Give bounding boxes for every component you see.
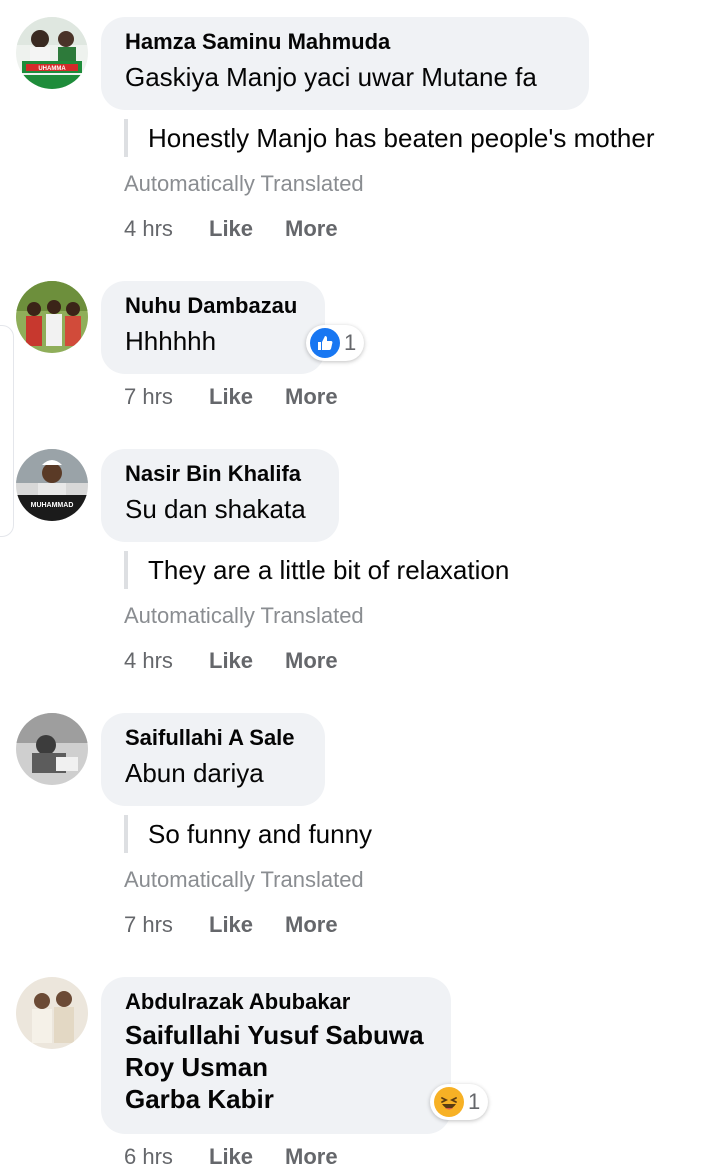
comment-time[interactable]: 4 hrs: [124, 648, 209, 674]
avatar[interactable]: UHAMMA: [16, 17, 88, 89]
comment-bubble[interactable]: Nuhu Dambazau Hhhhhh: [101, 281, 325, 374]
translation-text: Honestly Manjo has beaten people's mothe…: [124, 119, 655, 157]
more-button[interactable]: More: [285, 1144, 338, 1170]
comment-actions: 4 hrs Like More: [124, 648, 370, 674]
like-button[interactable]: Like: [209, 216, 253, 242]
avatar[interactable]: [16, 977, 88, 1049]
like-button[interactable]: Like: [209, 384, 253, 410]
tagged-names: Saifullahi Yusuf Sabuwa Roy Usman Garba …: [125, 1019, 427, 1115]
avatar-caption-text: MUHAMMAD: [31, 502, 74, 509]
haha-emoji-icon: [434, 1087, 464, 1117]
avatar-image-group: [16, 281, 88, 353]
translation-text: So funny and funny: [124, 815, 372, 853]
reaction-count: 1: [468, 1089, 481, 1114]
thumbs-up-icon: [310, 328, 340, 358]
comment-text: Su dan shakata: [125, 494, 306, 524]
like-button[interactable]: Like: [209, 648, 253, 674]
auto-translated-label[interactable]: Automatically Translated: [124, 171, 364, 197]
comment-time[interactable]: 7 hrs: [124, 384, 209, 410]
reaction-summary[interactable]: 1: [306, 325, 365, 361]
auto-translated-label[interactable]: Automatically Translated: [124, 867, 364, 893]
comment-actions: 6 hrs Like More: [124, 1144, 370, 1170]
avatar[interactable]: [16, 713, 88, 785]
comment-time[interactable]: 7 hrs: [124, 912, 209, 938]
comment-text: Gaskiya Manjo yaci uwar Mutane fa: [125, 62, 537, 92]
tagged-user-link[interactable]: Roy Usman: [125, 1051, 427, 1083]
comment-author[interactable]: Nuhu Dambazau: [125, 293, 301, 319]
more-button[interactable]: More: [285, 384, 338, 410]
like-button[interactable]: Like: [209, 912, 253, 938]
auto-translated-label[interactable]: Automatically Translated: [124, 603, 364, 629]
tagged-user-link[interactable]: Saifullahi Yusuf Sabuwa: [125, 1019, 427, 1051]
comment-bubble[interactable]: Nasir Bin Khalifa Su dan shakata: [101, 449, 339, 542]
comment-text: Hhhhhh: [125, 326, 217, 356]
comment-bubble[interactable]: Saifullahi A Sale Abun dariya: [101, 713, 325, 806]
translation-text: They are a little bit of relaxation: [124, 551, 509, 589]
like-button[interactable]: Like: [209, 1144, 253, 1170]
more-button[interactable]: More: [285, 648, 338, 674]
comment-time[interactable]: 6 hrs: [124, 1144, 209, 1170]
comment-author[interactable]: Hamza Saminu Mahmuda: [125, 29, 565, 55]
comment-actions: 7 hrs Like More: [124, 384, 370, 410]
comment-time[interactable]: 4 hrs: [124, 216, 209, 242]
side-panel-edge: [0, 325, 14, 537]
avatar-image-bw: [16, 713, 88, 785]
reaction-summary[interactable]: 1: [430, 1084, 489, 1120]
comment-text: Abun dariya: [125, 758, 264, 788]
avatar-poster-text: UHAMMA: [38, 66, 66, 72]
more-button[interactable]: More: [285, 912, 338, 938]
comment-actions: 4 hrs Like More: [124, 216, 370, 242]
comment-author[interactable]: Saifullahi A Sale: [125, 725, 301, 751]
comment-author[interactable]: Abdulrazak Abubakar: [125, 989, 427, 1015]
avatar-image-poster: UHAMMA: [16, 17, 88, 89]
reaction-count: 1: [344, 330, 357, 355]
more-button[interactable]: More: [285, 216, 338, 242]
comment-author[interactable]: Nasir Bin Khalifa: [125, 461, 315, 487]
tagged-user-link[interactable]: Garba Kabir: [125, 1083, 427, 1115]
comment-bubble[interactable]: Abdulrazak Abubakar Saifullahi Yusuf Sab…: [101, 977, 451, 1134]
avatar-image-car: MUHAMMAD: [16, 449, 88, 521]
comment-bubble[interactable]: Hamza Saminu Mahmuda Gaskiya Manjo yaci …: [101, 17, 589, 110]
avatar[interactable]: MUHAMMAD: [16, 449, 88, 521]
comment-actions: 7 hrs Like More: [124, 912, 370, 938]
avatar[interactable]: [16, 281, 88, 353]
avatar-image-two-people: [16, 977, 88, 1049]
